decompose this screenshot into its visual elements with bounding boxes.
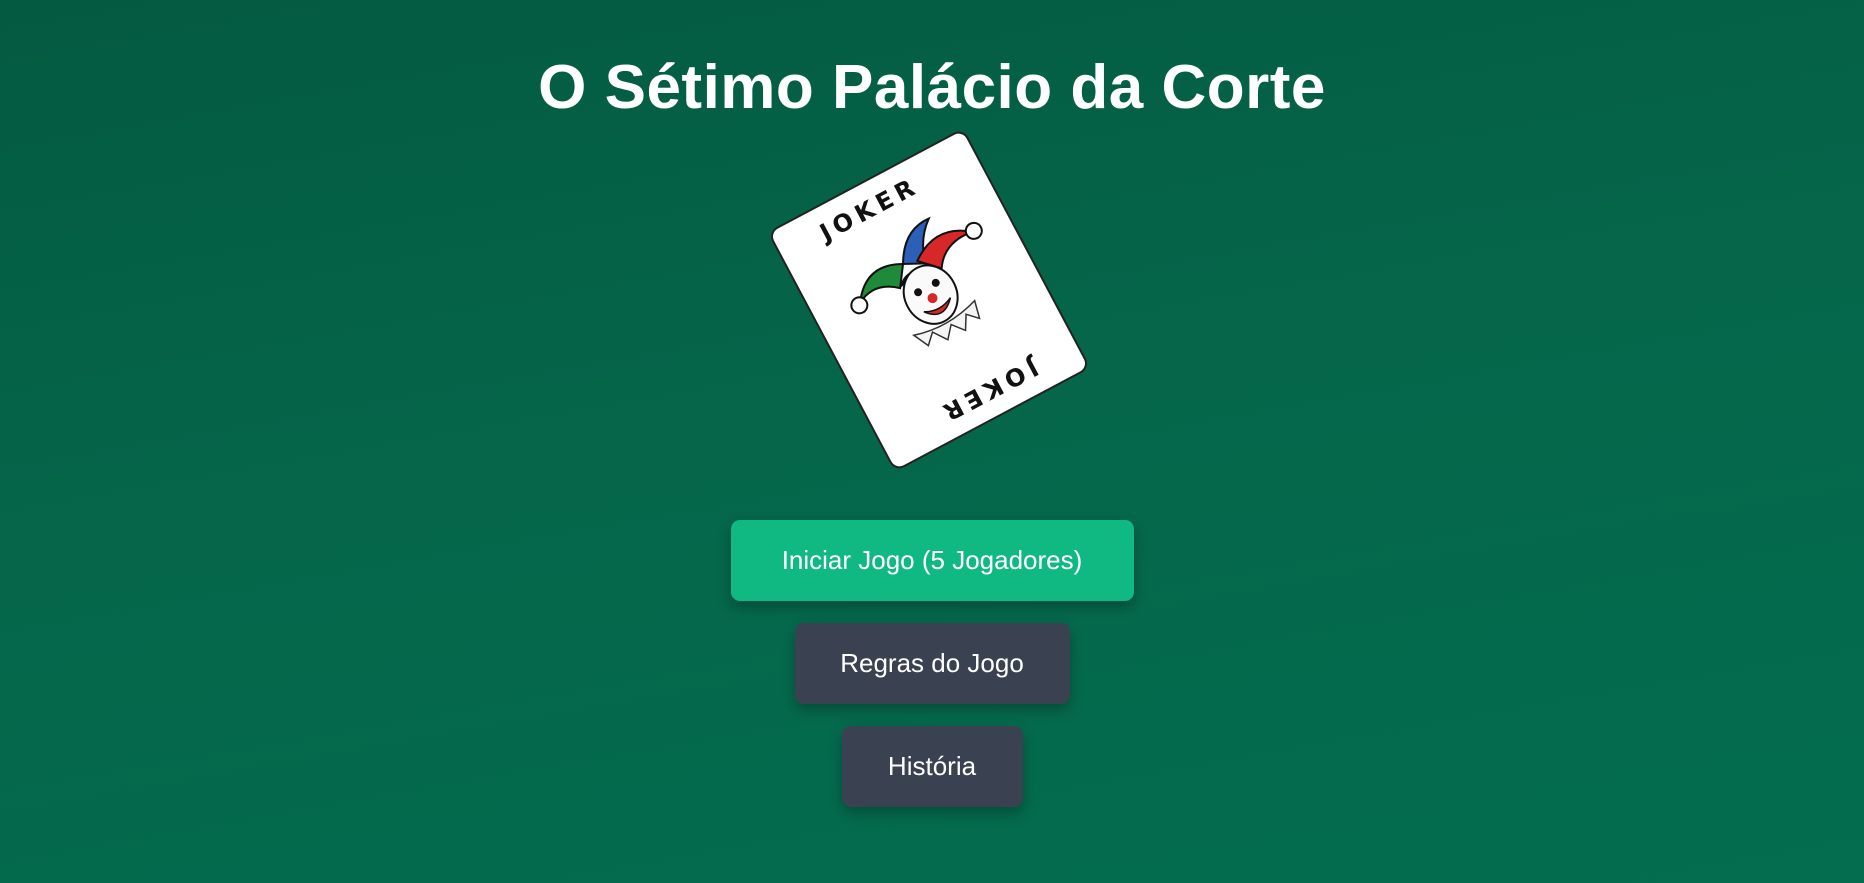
joker-card-graphic: JOKER JOKER: [771, 131, 1087, 469]
game-title: O Sétimo Palácio da Corte: [538, 53, 1326, 122]
joker-card: JOKER JOKER: [769, 130, 1089, 470]
start-game-button[interactable]: Iniciar Jogo (5 Jogadores): [730, 520, 1134, 601]
history-button[interactable]: História: [841, 726, 1023, 807]
rules-button[interactable]: Regras do Jogo: [794, 623, 1070, 704]
main-menu: Iniciar Jogo (5 Jogadores) Regras do Jog…: [0, 520, 1864, 807]
